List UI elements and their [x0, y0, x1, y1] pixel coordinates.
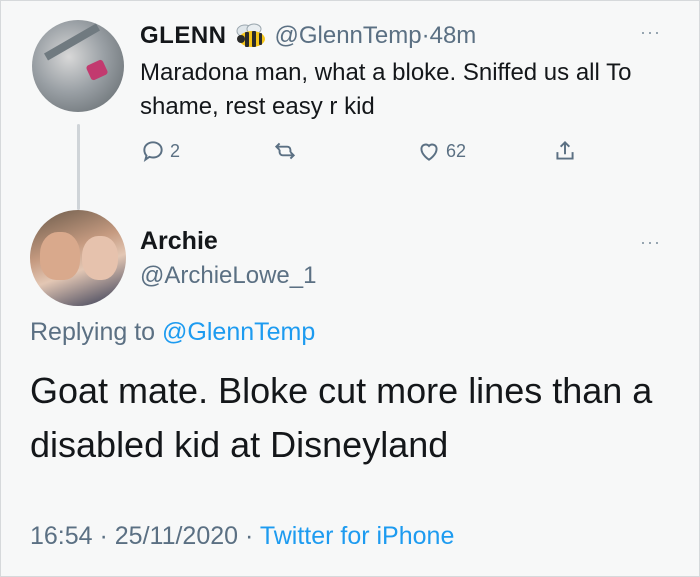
display-name[interactable]: GLENN	[140, 22, 227, 50]
reply-display-name[interactable]: Archie	[140, 227, 218, 256]
tweet-time[interactable]: 48m	[430, 22, 477, 50]
reply-icon	[143, 141, 163, 163]
share-button[interactable]	[552, 138, 578, 164]
replying-to-line: Replying to @GlennTemp	[30, 318, 315, 347]
reply-timestamp[interactable]: 16:54 · 25/11/2020 ·	[30, 522, 260, 550]
more-options-icon[interactable]: ···	[640, 22, 661, 43]
reply-source[interactable]: Twitter for iPhone	[260, 522, 455, 550]
handle[interactable]: @GlennTemp	[275, 22, 422, 50]
avatar-glenn[interactable]	[32, 20, 124, 112]
like-count: 62	[446, 140, 467, 161]
tweet-header: GLENN @GlennTemp · 48m	[140, 22, 476, 50]
like-icon	[420, 143, 438, 161]
thread-connector-line	[77, 124, 80, 210]
reply-meta: 16:54 · 25/11/2020 · Twitter for iPhone	[30, 522, 454, 551]
reply-button[interactable]: 2	[140, 138, 180, 164]
separator: ·	[421, 22, 430, 49]
avatar-archie[interactable]	[30, 210, 126, 306]
tweet-text: Maradona man, what a bloke. Sniffed us a…	[140, 59, 632, 120]
retweet-button[interactable]	[272, 138, 302, 164]
reply-text: Goat mate. Bloke cut more lines than a d…	[30, 370, 653, 465]
tweet-actions: 2 62	[140, 138, 600, 168]
reply-more-options-icon[interactable]: ···	[640, 232, 661, 253]
reply-count: 2	[170, 140, 181, 161]
bee-emoji-icon	[236, 23, 265, 47]
share-icon	[556, 140, 574, 160]
replying-prefix: Replying to	[30, 318, 163, 346]
like-button[interactable]: 62	[416, 138, 466, 164]
replying-to-mention[interactable]: @GlennTemp	[162, 318, 315, 346]
retweet-icon	[274, 142, 296, 160]
reply-handle[interactable]: @ArchieLowe_1	[140, 262, 316, 290]
